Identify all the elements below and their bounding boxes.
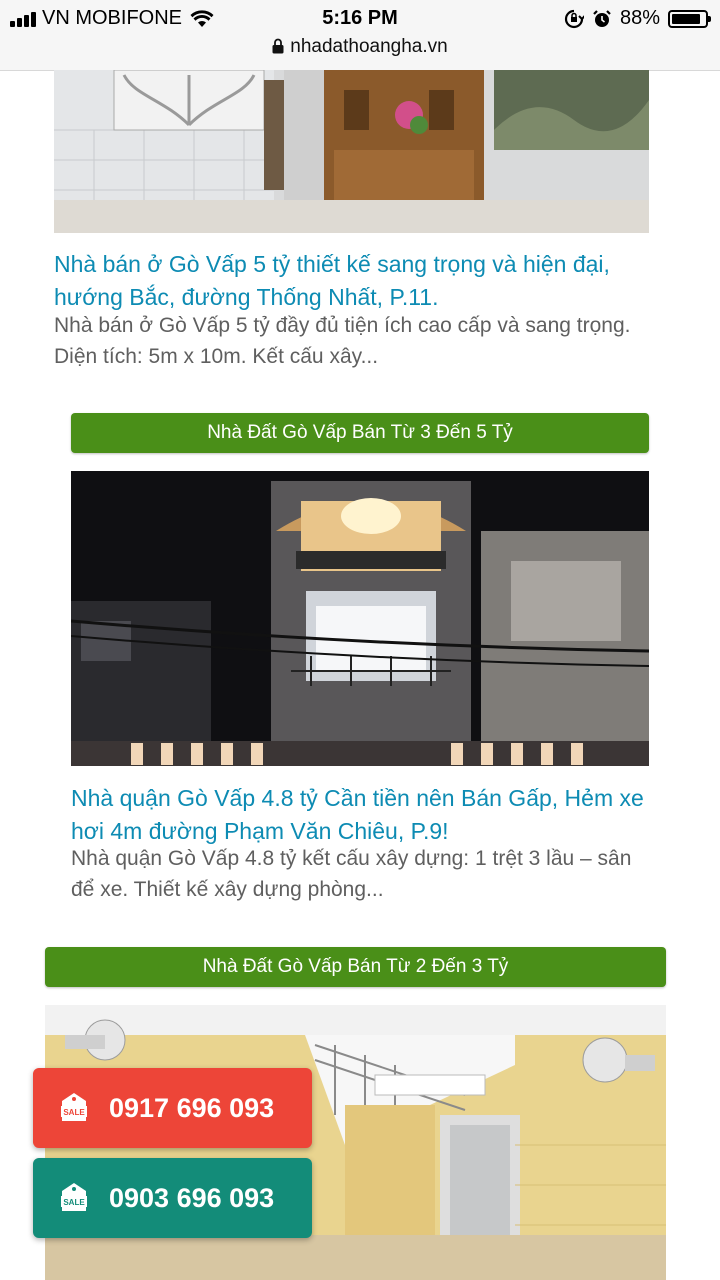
post-2-image[interactable]: [71, 471, 649, 766]
sale-tag-icon: SALE: [61, 1093, 87, 1121]
address-bar[interactable]: nhadathoangha.vn: [0, 36, 720, 58]
svg-text:SALE: SALE: [63, 1198, 85, 1207]
call-button-1[interactable]: SALE 0917 696 093: [33, 1068, 312, 1148]
post-1-title[interactable]: Nhà bán ở Gò Vấp 5 tỷ thiết kế sang trọn…: [54, 248, 654, 314]
status-right: 88%: [564, 7, 711, 30]
url-text: nhadathoangha.vn: [290, 36, 448, 57]
category-bar-2-3-ty[interactable]: Nhà Đất Gò Vấp Bán Từ 2 Đến 3 Tỷ: [45, 947, 666, 987]
post-1-excerpt: Nhà bán ở Gò Vấp 5 tỷ đầy đủ tiện ích ca…: [54, 314, 631, 368]
battery-percent: 88%: [619, 7, 660, 29]
call-button-1-number: 0917 696 093: [109, 1092, 275, 1123]
lock-icon: [272, 38, 284, 54]
sale-tag-icon: SALE: [61, 1183, 87, 1211]
svg-text:SALE: SALE: [63, 1108, 85, 1117]
rotation-lock-icon: [564, 9, 584, 28]
status-bar: VN MOBIFONE 5:16 PM 88% nhadathoangha.vn: [0, 0, 720, 71]
post-2-title[interactable]: Nhà quận Gò Vấp 4.8 tỷ Cần tiền nên Bán …: [71, 782, 656, 848]
battery-icon: [668, 9, 711, 28]
call-button-2[interactable]: SALE 0903 696 093: [33, 1158, 312, 1238]
post-2-excerpt: Nhà quận Gò Vấp 4.8 tỷ kết cấu xây dựng:…: [71, 847, 632, 901]
alarm-icon: [593, 9, 611, 27]
call-button-2-number: 0903 696 093: [109, 1182, 275, 1213]
post-1-image[interactable]: [54, 70, 649, 233]
category-bar-3-5-ty[interactable]: Nhà Đất Gò Vấp Bán Từ 3 Đến 5 Tỷ: [71, 413, 649, 453]
